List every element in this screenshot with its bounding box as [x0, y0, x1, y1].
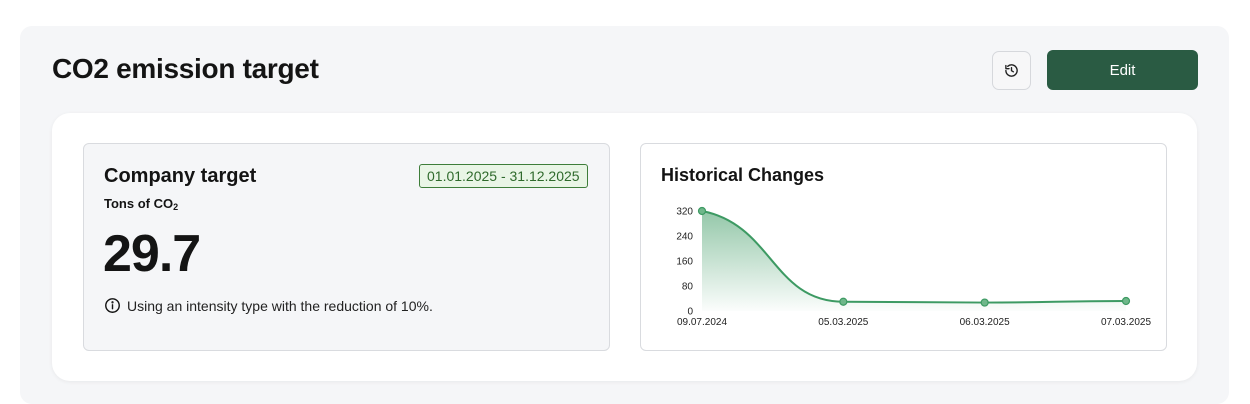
date-range-badge: 01.01.2025 - 31.12.2025 [419, 164, 588, 188]
target-card-title: Company target [104, 165, 257, 187]
x-tick-label: 09.07.2024 [677, 317, 727, 328]
data-point [839, 297, 848, 306]
info-icon [105, 298, 120, 313]
company-target-card: Company target 01.01.2025 - 31.12.2025 T… [83, 143, 610, 351]
history-button[interactable] [992, 51, 1031, 90]
x-tick-label: 07.03.2025 [1101, 317, 1151, 328]
y-tick-label: 0 [687, 307, 693, 318]
data-point [980, 298, 989, 307]
page-title: CO2 emission target [52, 53, 319, 84]
info-note: Using an intensity type with the reducti… [104, 297, 433, 314]
x-tick-label: 06.03.2025 [960, 317, 1010, 328]
unit-subscript: 2 [173, 202, 179, 212]
y-tick-label: 160 [676, 257, 693, 268]
x-tick-label: 05.03.2025 [818, 317, 868, 328]
info-text: Using an intensity type with the reducti… [127, 297, 433, 314]
series-area [702, 211, 1126, 311]
y-tick-label: 320 [676, 207, 693, 218]
history-icon [1005, 64, 1018, 77]
y-tick-label: 80 [682, 282, 694, 293]
unit-label: Tons of CO2 [104, 196, 178, 212]
historical-changes-card: Historical Changes 0 80 160 240 320 09.07.202… [640, 143, 1167, 351]
target-value: 29.7 [103, 225, 201, 283]
unit-prefix: Tons of CO [104, 196, 174, 211]
edit-button[interactable]: Edit [1047, 50, 1198, 90]
data-point [697, 206, 707, 216]
history-chart: 0 80 160 240 320 09.07.2024 05.03.2025 06.03.20… [676, 206, 1151, 329]
y-tick-label: 240 [676, 232, 693, 243]
data-point [1121, 296, 1131, 306]
